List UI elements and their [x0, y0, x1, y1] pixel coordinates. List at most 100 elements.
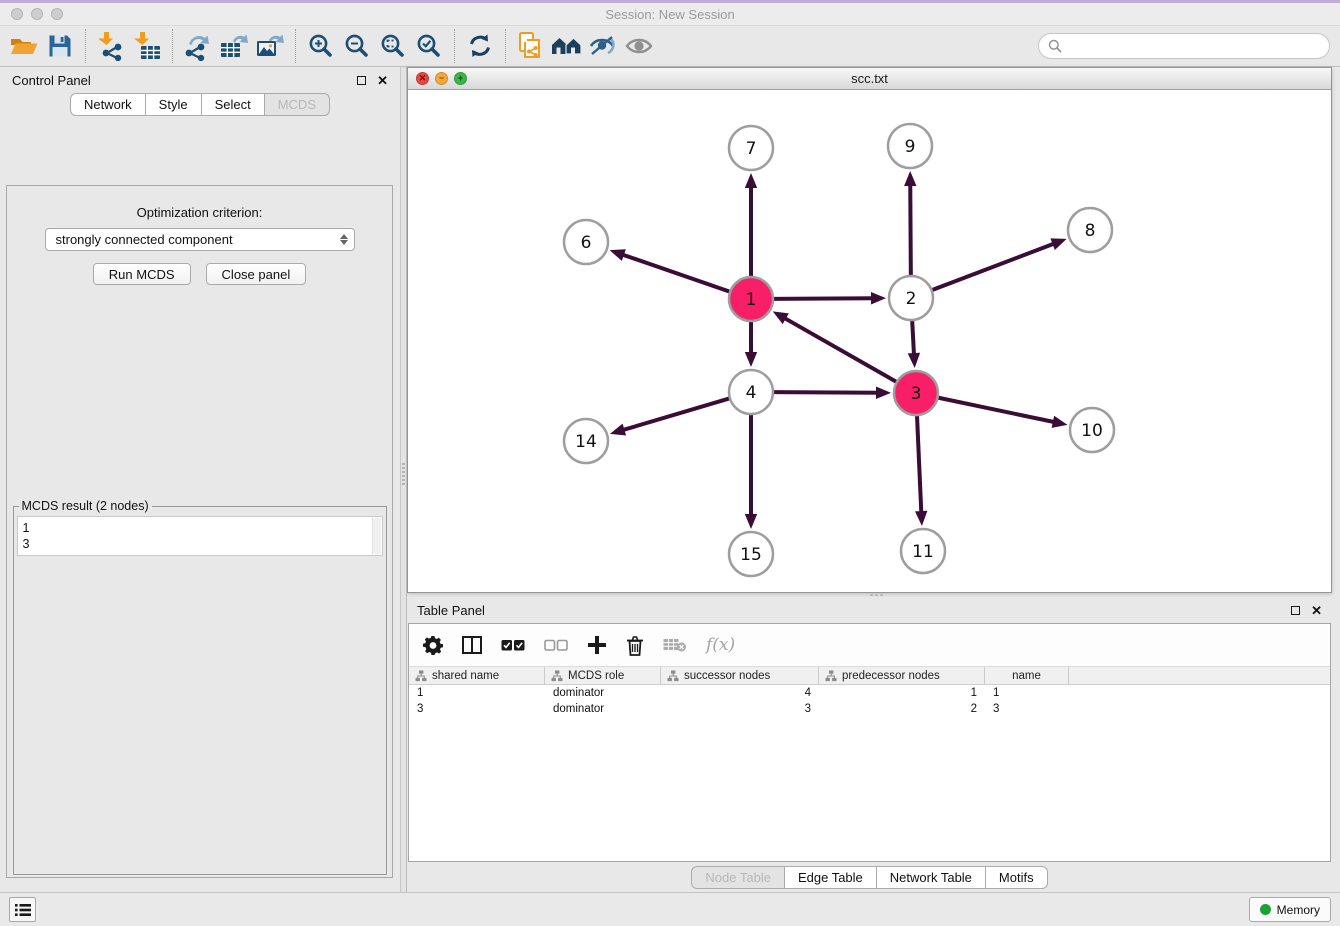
cell-shared-name[interactable]: 1 [409, 685, 545, 701]
column-label: name [1012, 670, 1041, 682]
refresh-button[interactable] [462, 28, 498, 64]
memory-button[interactable]: Memory [1249, 897, 1331, 922]
criterion-dropdown-value: strongly connected component [56, 232, 233, 247]
edge-1-2[interactable] [774, 298, 874, 299]
tab-motifs[interactable]: Motifs [986, 866, 1048, 889]
cell-successor-nodes[interactable]: 3 [661, 701, 819, 717]
horizontal-splitter[interactable] [407, 593, 1332, 597]
cell-predecessor-nodes[interactable]: 1 [819, 685, 985, 701]
network-minimize-button[interactable]: − [435, 72, 448, 85]
node-7[interactable]: 7 [729, 126, 773, 170]
edge-2-8[interactable] [933, 243, 1056, 290]
edge-arrowhead [1052, 416, 1068, 428]
tab-edge-table[interactable]: Edge Table [785, 866, 877, 889]
column-header-shared-name[interactable]: shared name [409, 667, 545, 684]
task-history-button[interactable] [9, 897, 36, 922]
create-column-button[interactable] [587, 635, 607, 655]
panel-splitter[interactable] [400, 67, 407, 892]
node-9[interactable]: 9 [888, 124, 932, 168]
column-type-icon [667, 670, 679, 682]
tab-select[interactable]: Select [202, 93, 265, 116]
tab-style[interactable]: Style [146, 93, 202, 116]
network-close-button[interactable]: ✕ [416, 72, 429, 85]
network-window-titlebar[interactable]: ✕ − + scc.txt [408, 68, 1331, 90]
edge-2-9[interactable] [910, 183, 911, 275]
float-panel-icon[interactable] [357, 76, 366, 85]
column-header-successor-nodes[interactable]: successor nodes [661, 667, 819, 684]
edge-3-1[interactable] [783, 317, 896, 381]
tab-network[interactable]: Network [70, 93, 146, 116]
column-header-name[interactable]: name [985, 667, 1069, 684]
search-field[interactable] [1038, 33, 1330, 59]
show-graphics-details-button[interactable] [621, 28, 657, 64]
select-all-columns-button[interactable] [501, 639, 525, 652]
tab-mcds[interactable]: MCDS [265, 93, 330, 116]
save-session-button[interactable] [42, 28, 78, 64]
column-header-predecessor-nodes[interactable]: predecessor nodes [819, 667, 985, 684]
zoom-in-button[interactable] [303, 28, 339, 64]
split-pane-button[interactable] [462, 636, 482, 654]
cell-mcds-role[interactable]: dominator [545, 701, 661, 717]
export-image-button[interactable] [252, 28, 288, 64]
split-pane-icon [462, 636, 482, 654]
mcds-result-title: MCDS result (2 nodes) [19, 499, 152, 513]
node-14[interactable]: 14 [564, 419, 608, 463]
mcds-result-textarea[interactable]: 13 [17, 516, 383, 556]
network-maximize-button[interactable]: + [454, 72, 467, 85]
node-1[interactable]: 1 [729, 277, 773, 321]
search-input[interactable] [1067, 39, 1320, 54]
result-scrollbar[interactable] [372, 518, 381, 554]
zoom-selected-button[interactable] [411, 28, 447, 64]
table-row[interactable]: 3dominator323 [409, 701, 1330, 717]
tab-node-table[interactable]: Node Table [691, 866, 785, 889]
network-canvas[interactable]: 1 2 3 4 6 7 8 9 10 11 14 15 [408, 90, 1331, 592]
table-options-button[interactable] [423, 635, 443, 655]
close-window-button[interactable] [11, 8, 23, 20]
deselect-all-columns-button[interactable] [544, 639, 568, 652]
edge-4-3[interactable] [774, 392, 879, 393]
apply-layout-button[interactable] [549, 28, 585, 64]
cell-name[interactable]: 3 [985, 701, 1069, 717]
table-row[interactable]: 1dominator411 [409, 685, 1330, 701]
edge-2-3[interactable] [912, 321, 914, 356]
cell-successor-nodes[interactable]: 4 [661, 685, 819, 701]
edge-1-6[interactable] [621, 254, 729, 291]
maximize-window-button[interactable] [51, 8, 63, 20]
criterion-dropdown[interactable]: strongly connected component [45, 228, 355, 251]
node-2[interactable]: 2 [889, 276, 933, 320]
node-10[interactable]: 10 [1070, 408, 1114, 452]
edge-4-14[interactable] [621, 399, 728, 431]
export-table-button[interactable] [216, 28, 252, 64]
close-panel-icon[interactable]: ✕ [1311, 604, 1322, 617]
float-panel-icon[interactable] [1291, 606, 1300, 615]
node-15[interactable]: 15 [729, 532, 773, 576]
cell-mcds-role[interactable]: dominator [545, 685, 661, 701]
close-panel-button[interactable]: Close panel [206, 263, 307, 285]
open-session-button[interactable] [6, 28, 42, 64]
delete-table-icon [663, 637, 687, 653]
export-network-button[interactable] [180, 28, 216, 64]
hide-graphics-details-button[interactable] [585, 28, 621, 64]
node-3[interactable]: 3 [894, 371, 938, 415]
zoom-out-button[interactable] [339, 28, 375, 64]
save-floppy-icon [47, 33, 73, 59]
edge-3-10[interactable] [939, 398, 1056, 423]
close-panel-icon[interactable]: ✕ [377, 74, 388, 87]
node-8[interactable]: 8 [1068, 208, 1112, 252]
node-6[interactable]: 6 [564, 220, 608, 264]
clone-network-button[interactable] [513, 28, 549, 64]
cell-predecessor-nodes[interactable]: 2 [819, 701, 985, 717]
column-header-mcds-role[interactable]: MCDS role [545, 667, 661, 684]
tab-network-table[interactable]: Network Table [877, 866, 986, 889]
zoom-fit-button[interactable] [375, 28, 411, 64]
import-table-button[interactable] [129, 28, 165, 64]
edge-3-11[interactable] [917, 416, 921, 514]
cell-shared-name[interactable]: 3 [409, 701, 545, 717]
delete-column-button[interactable] [626, 635, 644, 656]
cell-name[interactable]: 1 [985, 685, 1069, 701]
node-4[interactable]: 4 [729, 370, 773, 414]
run-mcds-button[interactable]: Run MCDS [93, 263, 191, 285]
import-network-button[interactable] [93, 28, 129, 64]
node-11[interactable]: 11 [901, 529, 945, 573]
minimize-window-button[interactable] [31, 8, 43, 20]
